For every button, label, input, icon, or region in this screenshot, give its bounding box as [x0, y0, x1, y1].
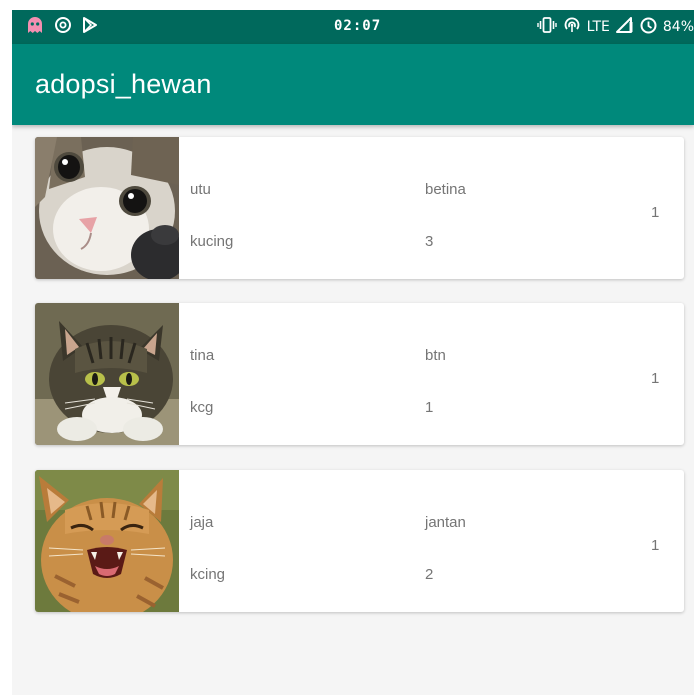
app-screen: 02:07 LTE 84% adopsi_hewan utu kucing be…: [12, 10, 694, 695]
battery-percentage: 84%: [662, 19, 694, 35]
tabby-cat-lying-photo: [35, 303, 179, 445]
pet-species: kcing: [190, 566, 226, 583]
pet-gender: betina: [425, 181, 466, 198]
battery-saver-icon: [640, 17, 657, 38]
kitten-closeup-photo: [35, 137, 179, 279]
pet-gender: jantan: [425, 514, 466, 531]
pet-species: kucing: [190, 233, 234, 250]
signal-icon: [615, 17, 634, 37]
pet-age: 1: [425, 399, 434, 416]
pet-name: tina: [190, 347, 215, 364]
data-saver-icon: [54, 16, 72, 38]
pet-card-jaja[interactable]: jaja kcing jantan 2 1: [35, 470, 684, 612]
status-right-icons: LTE 84%: [536, 16, 694, 38]
status-left-icons: [26, 16, 98, 38]
pet-count: 1: [651, 204, 660, 221]
pet-species: kcg: [190, 399, 214, 416]
pet-count: 1: [651, 537, 660, 554]
pet-card-utu[interactable]: utu kucing betina 3 1: [35, 137, 684, 279]
status-time: 02:07: [334, 18, 382, 34]
ghost-app-icon: [26, 16, 44, 38]
pet-count: 1: [651, 370, 660, 387]
pet-card-tina[interactable]: tina kcg btn 1 1: [35, 303, 684, 445]
orange-kitten-meowing-photo: [35, 470, 179, 612]
pet-name: utu: [190, 181, 211, 198]
pet-age: 3: [425, 233, 434, 250]
pet-name: jaja: [190, 514, 214, 531]
app-title: adopsi_hewan: [35, 69, 212, 99]
network-type-label: LTE: [586, 19, 610, 35]
hotspot-icon: [563, 17, 581, 37]
app-bar: adopsi_hewan: [12, 44, 694, 125]
vibrate-icon: [536, 17, 557, 37]
status-bar: 02:07 LTE 84%: [12, 10, 694, 44]
pet-age: 2: [425, 566, 434, 583]
pet-gender: btn: [425, 347, 446, 364]
play-store-icon: [82, 16, 98, 38]
